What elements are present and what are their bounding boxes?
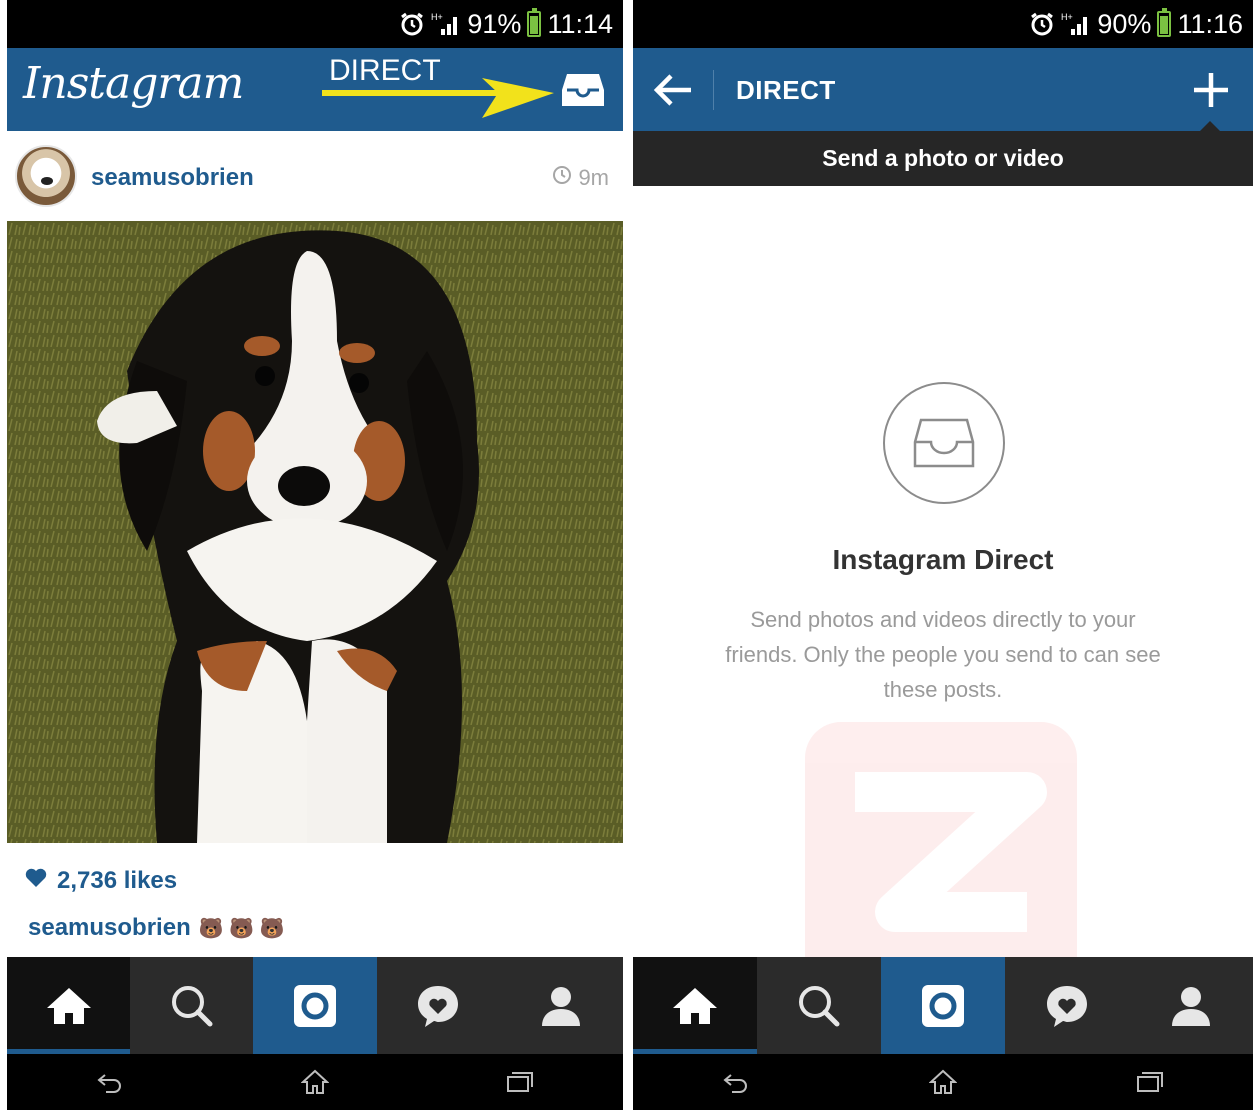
inbox-icon: [562, 74, 604, 106]
inbox-icon: [913, 418, 975, 468]
caption-username[interactable]: seamusobrien: [28, 914, 191, 941]
alarm-icon: [399, 11, 425, 37]
tab-activity[interactable]: [1005, 957, 1129, 1054]
likes-count[interactable]: 2,736 likes: [25, 867, 177, 895]
tab-search[interactable]: [130, 957, 253, 1054]
post-caption: seamusobrien 🐻 🐻 🐻: [28, 914, 285, 942]
nav-recents-button[interactable]: [418, 1054, 623, 1110]
post-time-label: 9m: [578, 165, 609, 190]
profile-icon: [542, 986, 581, 1026]
nav-back-button[interactable]: [633, 1054, 840, 1110]
search-icon: [799, 985, 840, 1026]
post-header: seamusobrien 9m: [7, 131, 623, 221]
heart-icon: [25, 867, 47, 895]
annotation-arrow: [322, 78, 554, 118]
battery-icon: [1157, 8, 1172, 37]
nav-home-icon: [300, 1069, 329, 1094]
watermark-logo: [805, 722, 1077, 957]
tab-profile[interactable]: [1129, 957, 1253, 1054]
status-bar: H+ 90% 11:16: [633, 0, 1253, 48]
battery-icon: [527, 8, 542, 37]
tab-camera[interactable]: [253, 957, 377, 1054]
profile-icon: [1172, 986, 1210, 1026]
post-photo[interactable]: [7, 221, 623, 843]
nav-recents-icon: [507, 1072, 534, 1092]
camera-icon: [294, 984, 336, 1027]
bottom-tab-bar: [633, 957, 1253, 1054]
direct-app-bar: DIRECT: [633, 48, 1253, 131]
likes-label: 2,736 likes: [57, 867, 178, 894]
send-photo-tooltip[interactable]: Send a photo or video: [633, 131, 1253, 186]
activity-icon: [418, 985, 459, 1027]
tooltip-caret: [1200, 121, 1220, 131]
feed-app-bar: Instagram DIRECT: [7, 48, 623, 131]
tab-camera[interactable]: [881, 957, 1005, 1054]
instagram-logo: Instagram: [23, 58, 244, 109]
phone-direct-screen: H+ 90% 11:16 DIRECT Send a photo or vide…: [633, 0, 1253, 1110]
nav-back-icon: [723, 1074, 748, 1093]
nav-back-button[interactable]: [7, 1054, 212, 1110]
post-time: 9m: [552, 165, 609, 191]
system-nav-bar: [633, 1054, 1253, 1110]
camera-icon: [922, 984, 964, 1027]
page-title: DIRECT: [736, 75, 836, 105]
phone-feed-screen: H+ 91% 11:14 Instagram DIRECT seamusobri…: [7, 0, 623, 1110]
nav-recents-icon: [1136, 1072, 1163, 1092]
plus-icon: [1194, 73, 1228, 107]
app-bar-separator: [713, 70, 714, 110]
direct-inbox-button[interactable]: [561, 70, 605, 110]
bottom-tab-bar: [7, 957, 623, 1054]
search-icon: [171, 985, 213, 1026]
empty-state-title: Instagram Direct: [832, 544, 1054, 575]
home-icon: [46, 987, 91, 1024]
back-button[interactable]: [651, 72, 695, 108]
back-arrow-icon: [653, 74, 691, 106]
new-message-button[interactable]: [1191, 70, 1231, 110]
direct-empty-icon-circle: [883, 382, 1005, 504]
svg-text:H+: H+: [1061, 12, 1073, 22]
tab-search[interactable]: [757, 957, 881, 1054]
home-icon: [673, 987, 717, 1024]
signal-icon: H+: [1061, 11, 1091, 37]
alarm-icon: [1029, 11, 1055, 37]
nav-recents-button[interactable]: [1046, 1054, 1253, 1110]
tab-home[interactable]: [633, 957, 757, 1054]
status-bar: H+ 91% 11:14: [7, 0, 623, 48]
caption-emoji: 🐻 🐻 🐻: [198, 918, 285, 940]
tab-home[interactable]: [7, 957, 131, 1054]
battery-percent: 91%: [467, 8, 522, 39]
svg-text:H+: H+: [431, 12, 443, 22]
tab-activity[interactable]: [377, 957, 500, 1054]
post-username[interactable]: seamusobrien: [91, 164, 254, 192]
tab-profile[interactable]: [500, 957, 623, 1054]
nav-home-button[interactable]: [212, 1054, 417, 1110]
activity-icon: [1047, 985, 1087, 1027]
avatar[interactable]: [15, 145, 77, 207]
nav-back-icon: [97, 1074, 121, 1093]
signal-icon: H+: [431, 11, 461, 37]
screen-divider: [623, 0, 633, 1110]
clock-time: 11:14: [547, 8, 613, 39]
clock-time: 11:16: [1177, 8, 1243, 39]
battery-percent: 90%: [1097, 8, 1152, 39]
empty-state-description: Send photos and videos directly to your …: [725, 607, 1161, 702]
clock-icon: [552, 165, 572, 191]
nav-home-button[interactable]: [840, 1054, 1047, 1110]
system-nav-bar: [7, 1054, 623, 1110]
nav-home-icon: [929, 1069, 957, 1094]
